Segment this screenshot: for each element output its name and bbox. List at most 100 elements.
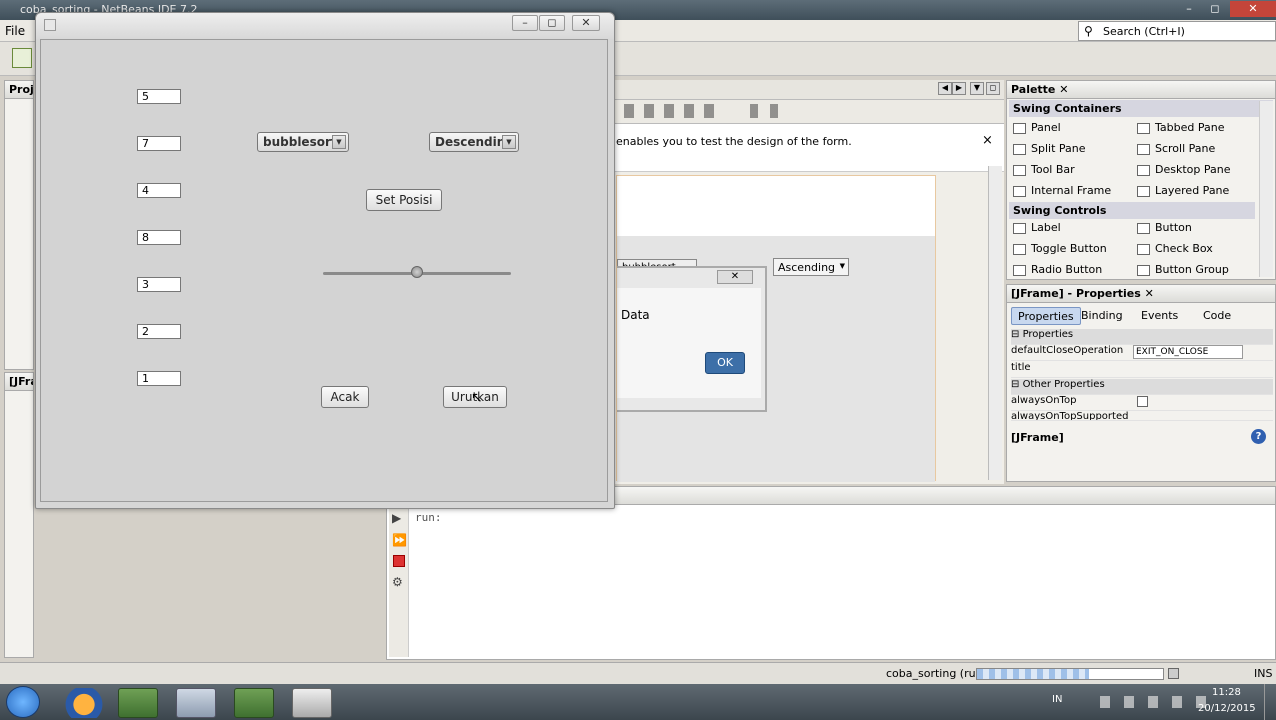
ide-maximize-button[interactable]: ◻ xyxy=(1202,1,1228,17)
palette-item-layered-pane[interactable]: Layered Pane xyxy=(1137,184,1229,197)
help-icon[interactable]: ? xyxy=(1251,429,1266,444)
app-close-button[interactable]: ✕ xyxy=(572,15,600,31)
netbeans-icon[interactable] xyxy=(176,688,216,718)
preview-dialog-close-icon[interactable]: ✕ xyxy=(717,270,753,284)
number-field-6[interactable]: 2 xyxy=(137,324,181,339)
app-content-panel: 5 7 4 8 3 2 1 bubblesort ▼ Descending ▼ … xyxy=(40,39,608,502)
ide-close-button[interactable]: ✕ xyxy=(1230,1,1276,17)
maximize-editor-icon[interactable]: ◻ xyxy=(986,82,1000,95)
tab-code[interactable]: Code xyxy=(1197,307,1237,325)
number-field-2[interactable]: 7 xyxy=(137,136,181,151)
palette-category-containers[interactable]: Swing Containers xyxy=(1009,100,1273,117)
properties-panel: [JFrame] - Properties ✕ Properties Bindi… xyxy=(1006,284,1276,482)
palette-item-label: Tool Bar xyxy=(1031,163,1075,176)
section-label: Properties xyxy=(1022,329,1074,340)
start-button[interactable] xyxy=(6,686,40,718)
layered-pane-icon xyxy=(1137,185,1150,197)
palette-item-desktop-pane[interactable]: Desktop Pane xyxy=(1137,163,1230,176)
close-icon[interactable]: ✕ xyxy=(1145,287,1154,300)
properties-title-text: [JFrame] - Properties xyxy=(1011,287,1141,300)
palette-item-toggle-button[interactable]: Toggle Button xyxy=(1013,242,1107,255)
prop-row-always-on-top[interactable]: alwaysOnTop xyxy=(1011,395,1273,411)
palette-item-radio-button[interactable]: Radio Button xyxy=(1013,263,1102,276)
navigator-tab[interactable]: [JFrame] xyxy=(5,373,33,391)
palette-item-label: Radio Button xyxy=(1031,263,1103,276)
preview-dialog: ✕ Data OK xyxy=(617,266,767,412)
show-desktop-button[interactable] xyxy=(1264,684,1276,720)
palette-item-label-control[interactable]: Label xyxy=(1013,221,1061,234)
prop-row-always-on-top-supported[interactable]: alwaysOnTopSupported xyxy=(1011,411,1273,421)
sorting-app-window: – ◻ ✕ 5 7 4 8 3 2 1 bubblesort ▼ Descend… xyxy=(35,12,615,509)
label-icon xyxy=(1013,222,1026,234)
java-icon[interactable] xyxy=(292,688,332,718)
clock-date[interactable]: 20/12/2015 xyxy=(1198,703,1256,714)
hint-close-icon[interactable]: × xyxy=(982,133,993,148)
dropdown-icon[interactable]: ▼ xyxy=(970,82,984,95)
clock-time[interactable]: 11:28 xyxy=(1212,687,1241,698)
palette-item-label: Layered Pane xyxy=(1155,184,1230,197)
new-project-icon[interactable] xyxy=(12,48,32,68)
number-field-3[interactable]: 4 xyxy=(137,183,181,198)
prop-row-title[interactable]: title xyxy=(1011,362,1273,378)
preview-combo-order[interactable]: Ascending ▼ xyxy=(773,258,849,276)
palette-item-tool-bar[interactable]: Tool Bar xyxy=(1013,163,1075,176)
palette-item-scroll-pane[interactable]: Scroll Pane xyxy=(1137,142,1215,155)
prop-row-default-close[interactable]: defaultCloseOperation EXIT_ON_CLOSE xyxy=(1011,345,1273,361)
settings-icon[interactable]: ⚙ xyxy=(392,575,403,589)
ide-minimize-button[interactable]: – xyxy=(1176,1,1202,17)
palette-item-button[interactable]: Button xyxy=(1137,221,1192,234)
palette-category-controls[interactable]: Swing Controls xyxy=(1009,202,1255,219)
stop-icon[interactable] xyxy=(393,555,405,567)
scroll-right-icon[interactable]: ▶ xyxy=(952,82,966,95)
search-input[interactable]: ⚲ Search (Ctrl+I) xyxy=(1078,21,1276,41)
close-icon[interactable]: ✕ xyxy=(1059,83,1068,96)
form-designer[interactable]: ◀ ▶ ▼ ◻ enables you to test the design o… xyxy=(612,80,1004,484)
always-on-top-checkbox[interactable] xyxy=(1137,396,1148,407)
menu-file[interactable]: File xyxy=(5,24,25,38)
status-cancel-icon[interactable] xyxy=(1168,668,1179,679)
prop-value-select[interactable]: EXIT_ON_CLOSE xyxy=(1133,345,1243,359)
design-toolbar xyxy=(612,100,1004,124)
speed-slider-thumb[interactable] xyxy=(411,266,423,278)
app-minimize-button[interactable]: – xyxy=(512,15,538,31)
palette-item-internal-frame[interactable]: Internal Frame xyxy=(1013,184,1111,197)
number-field-5[interactable]: 3 xyxy=(137,277,181,292)
status-bar: coba_sorting (run) INS xyxy=(0,662,1276,684)
algorithm-select[interactable]: bubblesort ▼ xyxy=(257,132,349,152)
set-position-button[interactable]: Set Posisi xyxy=(366,189,442,211)
palette-item-button-group[interactable]: Button Group xyxy=(1137,263,1229,276)
status-task[interactable]: coba_sorting (run) xyxy=(886,667,987,680)
projects-tab[interactable]: Proje xyxy=(5,81,33,99)
shuffle-button[interactable]: Acak xyxy=(321,386,369,408)
tab-events[interactable]: Events xyxy=(1135,307,1184,325)
palette-item-label: Check Box xyxy=(1155,242,1213,255)
palette-item-split-pane[interactable]: Split Pane xyxy=(1013,142,1086,155)
rerun-icon[interactable]: ▶ xyxy=(392,511,401,525)
number-field-7[interactable]: 1 xyxy=(137,371,181,386)
camtasia-recorder-icon[interactable] xyxy=(234,688,274,718)
app-maximize-button[interactable]: ◻ xyxy=(539,15,565,31)
camtasia-icon[interactable] xyxy=(118,688,158,718)
designer-scrollbar[interactable] xyxy=(988,166,1002,480)
chevron-down-icon: ▼ xyxy=(332,135,346,149)
palette-scrollbar[interactable] xyxy=(1259,101,1273,277)
rerun-continue-icon[interactable]: ⏩ xyxy=(392,533,407,547)
order-select[interactable]: Descending ▼ xyxy=(429,132,519,152)
tab-properties[interactable]: Properties xyxy=(1011,307,1081,325)
firefox-icon[interactable] xyxy=(64,688,104,718)
number-field-1[interactable]: 5 xyxy=(137,89,181,104)
number-field-4[interactable]: 8 xyxy=(137,230,181,245)
language-indicator[interactable]: IN xyxy=(1052,694,1062,705)
align-tools-icon[interactable] xyxy=(624,104,724,118)
resize-tools-icon[interactable] xyxy=(750,104,790,118)
section-other-properties[interactable]: ⊟ Other Properties xyxy=(1011,379,1273,395)
section-properties[interactable]: ⊟ Properties xyxy=(1011,329,1273,345)
tab-binding[interactable]: Binding xyxy=(1075,307,1129,325)
output-text: run: xyxy=(415,511,442,524)
scroll-left-icon[interactable]: ◀ xyxy=(938,82,952,95)
palette-item-tabbed-pane[interactable]: Tabbed Pane xyxy=(1137,121,1224,134)
palette-item-check-box[interactable]: Check Box xyxy=(1137,242,1213,255)
palette-item-label: Button Group xyxy=(1155,263,1229,276)
preview-dialog-ok-button[interactable]: OK xyxy=(705,352,745,374)
palette-item-panel[interactable]: Panel xyxy=(1013,121,1061,134)
